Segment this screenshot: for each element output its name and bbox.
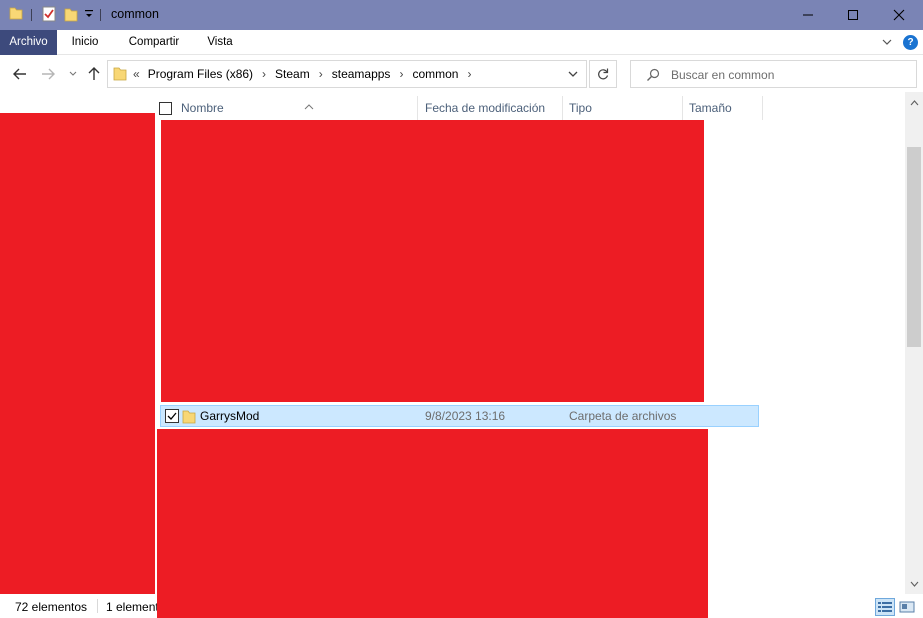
large-icons-view-button[interactable]	[897, 598, 917, 616]
file-type: Carpeta de archivos	[569, 409, 677, 423]
breadcrumb-common[interactable]: common	[412, 67, 458, 81]
folder-icon	[9, 6, 23, 23]
redacted-area	[161, 120, 704, 402]
arrow-right-icon	[42, 68, 55, 80]
status-bar: 72 elementos 1 elemento	[0, 594, 923, 618]
breadcrumb-separator-icon[interactable]: ›	[262, 67, 266, 81]
search-icon	[646, 68, 660, 85]
column-header-size[interactable]: Tamaño	[683, 96, 763, 120]
chevron-down-icon	[568, 71, 578, 77]
forward-button[interactable]	[39, 65, 57, 83]
breadcrumb-steam[interactable]: Steam	[275, 67, 310, 81]
maximize-icon	[848, 10, 858, 20]
address-history-button[interactable]	[566, 67, 580, 84]
file-name: GarrysMod	[200, 409, 260, 423]
address-bar[interactable]: « Program Files (x86) › Steam › steamapp…	[107, 60, 587, 88]
tab-inicio[interactable]: Inicio	[60, 30, 110, 55]
redacted-area	[0, 113, 155, 594]
breadcrumb-overflow[interactable]: «	[133, 67, 140, 81]
refresh-icon	[598, 68, 609, 80]
customize-toolbar-icon[interactable]	[84, 8, 94, 23]
refresh-button[interactable]	[589, 60, 617, 88]
folder-icon	[113, 65, 127, 84]
breadcrumb-separator-icon[interactable]: ›	[467, 67, 471, 81]
sort-ascending-icon	[304, 94, 314, 118]
row-checkbox[interactable]	[165, 409, 179, 423]
breadcrumb-program-files[interactable]: Program Files (x86)	[148, 67, 253, 81]
navigation-pane[interactable]	[0, 92, 155, 594]
redacted-area	[157, 429, 708, 594]
breadcrumb-separator-icon[interactable]: ›	[399, 67, 403, 81]
checkmark-icon	[167, 412, 177, 420]
scroll-down-icon[interactable]	[909, 579, 919, 589]
search-input[interactable]: Buscar en common	[630, 60, 917, 88]
close-icon	[893, 9, 905, 21]
breadcrumb-steamapps[interactable]: steamapps	[332, 67, 391, 81]
vertical-scrollbar[interactable]	[905, 92, 923, 594]
maximize-button[interactable]	[830, 0, 876, 30]
tab-compartir[interactable]: Compartir	[118, 30, 190, 55]
explorer-window: common Archivo Inicio Compartir Vista ?	[0, 0, 923, 618]
properties-icon[interactable]	[42, 6, 56, 25]
folder-icon	[182, 409, 196, 428]
expand-ribbon-icon[interactable]	[880, 35, 894, 52]
ribbon-tabs: Archivo Inicio Compartir Vista ?	[0, 30, 923, 55]
select-all-checkbox[interactable]	[159, 102, 172, 115]
close-button[interactable]	[876, 0, 922, 30]
column-header-name[interactable]: Nombre	[175, 96, 418, 120]
minimize-icon	[803, 14, 813, 16]
separator	[100, 9, 101, 21]
title-bar: common	[0, 0, 923, 30]
up-button[interactable]	[85, 65, 103, 83]
tab-vista[interactable]: Vista	[197, 30, 243, 55]
scroll-up-icon[interactable]	[909, 98, 919, 108]
column-header-date[interactable]: Fecha de modificación	[419, 96, 563, 120]
scrollbar-thumb[interactable]	[907, 147, 921, 347]
redacted-area	[157, 594, 708, 618]
breadcrumb-separator-icon[interactable]: ›	[319, 67, 323, 81]
table-row-selected[interactable]: GarrysMod 9/8/2023 13:16 Carpeta de arch…	[160, 405, 759, 427]
minimize-button[interactable]	[785, 0, 831, 30]
search-placeholder: Buscar en common	[671, 68, 775, 82]
column-label: Nombre	[181, 101, 224, 115]
item-count: 72 elementos	[15, 600, 88, 614]
breadcrumb: « Program Files (x86) › Steam › steamapp…	[108, 61, 480, 87]
arrow-left-icon	[13, 68, 26, 80]
file-date: 9/8/2023 13:16	[425, 409, 506, 423]
tab-archivo[interactable]: Archivo	[0, 30, 57, 55]
navigation-bar: « Program Files (x86) › Steam › steamapp…	[0, 56, 923, 92]
details-view-button[interactable]	[875, 598, 895, 616]
large-icons-view-icon	[899, 601, 915, 613]
new-folder-icon[interactable]	[64, 6, 78, 25]
column-header-type[interactable]: Tipo	[563, 96, 683, 120]
file-list[interactable]: Nombre Fecha de modificación Tipo Tamaño…	[155, 92, 905, 594]
arrow-up-icon	[88, 67, 100, 80]
separator	[97, 599, 98, 613]
window-title: common	[111, 7, 159, 21]
recent-locations-button[interactable]	[64, 65, 82, 83]
details-view-icon	[878, 602, 892, 612]
separator	[31, 9, 32, 21]
help-icon[interactable]: ?	[903, 35, 918, 50]
chevron-down-icon	[69, 71, 77, 76]
back-button[interactable]	[11, 65, 29, 83]
